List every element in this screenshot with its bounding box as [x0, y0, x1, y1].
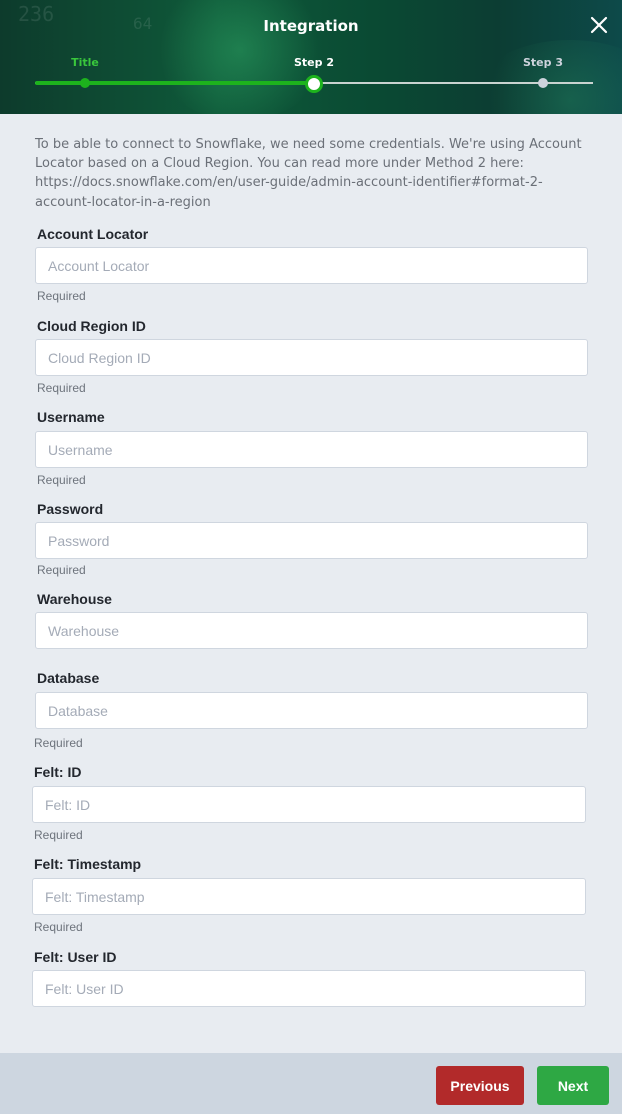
password-input[interactable] — [35, 522, 588, 559]
felt-timestamp-input[interactable] — [32, 878, 586, 915]
warehouse-label: Warehouse — [37, 591, 112, 607]
cloud-region-id-required: Required — [37, 381, 86, 395]
database-label: Database — [37, 670, 100, 686]
felt-timestamp-required: Required — [34, 920, 83, 934]
username-input[interactable] — [35, 431, 588, 468]
close-button[interactable] — [588, 14, 610, 36]
database-required: Required — [34, 736, 83, 750]
dialog-title: Integration — [263, 17, 359, 35]
account-locator-input[interactable] — [35, 247, 588, 284]
username-label: Username — [37, 409, 105, 425]
step-label-step-3[interactable]: Step 3 — [523, 56, 563, 69]
felt-id-required: Required — [34, 828, 83, 842]
wizard-footer: Previous Next — [0, 1053, 622, 1114]
warehouse-input[interactable] — [35, 612, 588, 649]
header-glow — [470, 40, 622, 114]
step-dot-title[interactable] — [80, 78, 90, 88]
intro-text: To be able to connect to Snowflake, we n… — [35, 137, 582, 210]
stepper-progress — [35, 81, 314, 85]
database-input[interactable] — [35, 692, 588, 729]
password-label: Password — [37, 501, 104, 517]
step-dot-step-2[interactable] — [305, 75, 323, 93]
cloud-region-id-input[interactable] — [35, 339, 588, 376]
step-dot-step-3[interactable] — [538, 78, 548, 88]
next-button[interactable]: Next — [537, 1066, 609, 1105]
step-label-title[interactable]: Title — [71, 56, 99, 69]
felt-id-input[interactable] — [32, 786, 586, 823]
felt-user-id-input[interactable] — [32, 970, 586, 1007]
account-locator-required: Required — [37, 289, 86, 303]
account-locator-label: Account Locator — [37, 226, 149, 242]
close-icon — [590, 16, 608, 34]
previous-button[interactable]: Previous — [436, 1066, 524, 1105]
username-required: Required — [37, 473, 86, 487]
password-required: Required — [37, 563, 86, 577]
felt-timestamp-label: Felt: Timestamp — [34, 856, 142, 872]
felt-id-label: Felt: ID — [34, 764, 82, 780]
felt-user-id-label: Felt: User ID — [34, 949, 117, 965]
step-label-step-2[interactable]: Step 2 — [294, 56, 334, 69]
cloud-region-id-label: Cloud Region ID — [37, 318, 146, 334]
wizard-header: 236 64 Integration Title Step 2 Step 3 — [0, 0, 622, 114]
